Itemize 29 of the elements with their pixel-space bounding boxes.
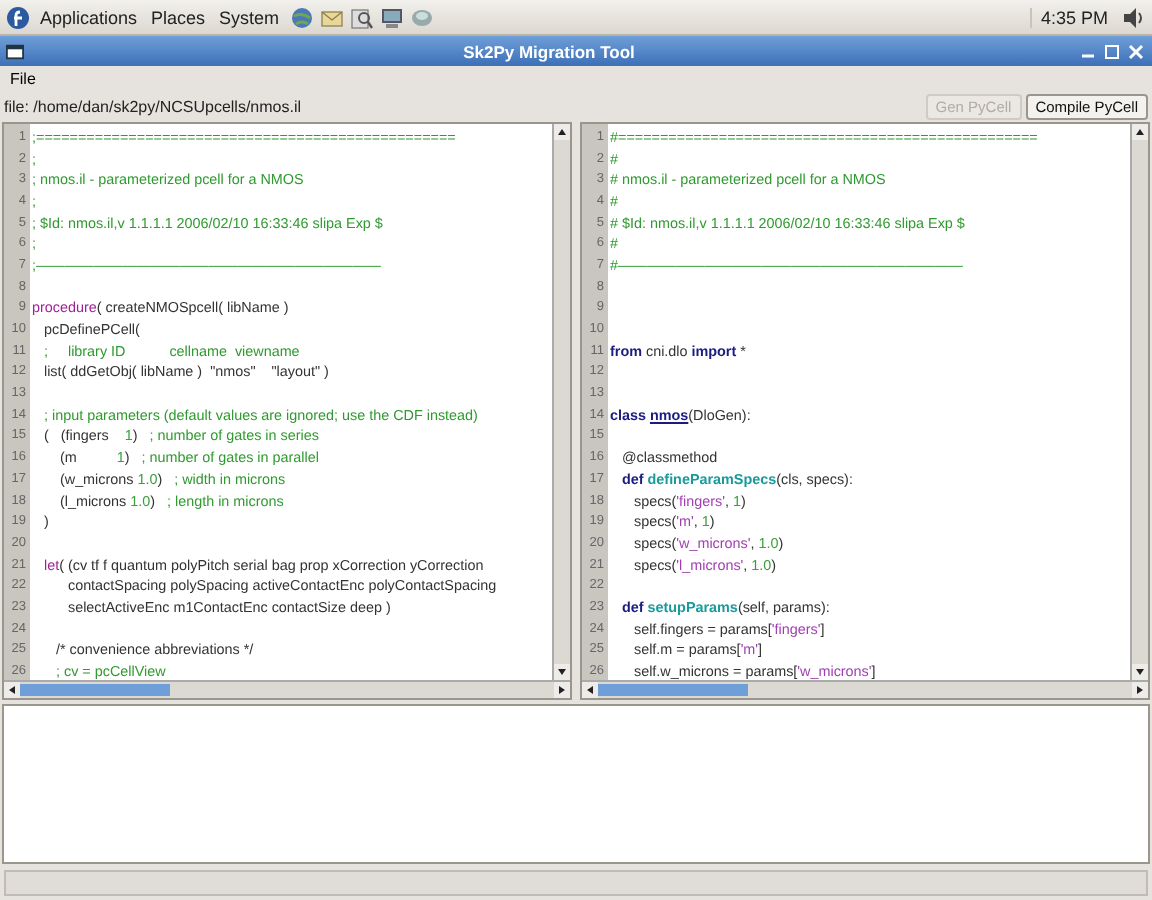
file-path: file: /home/dan/sk2py/NCSUpcells/nmos.il bbox=[4, 97, 304, 115]
panel-menu[interactable]: Applications bbox=[36, 7, 142, 27]
globe-icon[interactable] bbox=[289, 5, 314, 29]
scroll-down-icon[interactable] bbox=[554, 664, 570, 680]
window-icon[interactable] bbox=[6, 43, 24, 59]
magnifier-icon[interactable] bbox=[349, 5, 374, 29]
scroll-down-icon[interactable] bbox=[1132, 664, 1148, 680]
clock[interactable]: 4:35 PM bbox=[1030, 7, 1116, 27]
scroll-left-icon[interactable] bbox=[582, 682, 598, 698]
scroll-right-icon[interactable] bbox=[554, 682, 570, 698]
monitor-icon[interactable] bbox=[379, 5, 404, 29]
panel-menu[interactable]: Places bbox=[147, 7, 210, 27]
envelope-icon[interactable] bbox=[319, 5, 344, 29]
panel-menu[interactable]: System bbox=[215, 7, 284, 27]
code-editor[interactable] bbox=[2, 122, 572, 700]
scroll-up-icon[interactable] bbox=[1132, 124, 1148, 140]
menu-item[interactable]: File bbox=[6, 70, 40, 88]
foot-logo-icon[interactable] bbox=[6, 5, 30, 29]
speaker-icon[interactable] bbox=[1122, 5, 1146, 29]
horizontal-scrollbar[interactable] bbox=[4, 680, 570, 698]
vertical-scrollbar[interactable] bbox=[552, 124, 570, 680]
vertical-scrollbar[interactable] bbox=[1130, 124, 1148, 680]
window-title: Sk2Py Migration Tool bbox=[461, 41, 637, 61]
horizontal-scrollbar[interactable] bbox=[582, 680, 1148, 698]
scroll-up-icon[interactable] bbox=[554, 124, 570, 140]
close-icon[interactable] bbox=[1126, 41, 1146, 61]
scroll-left-icon[interactable] bbox=[4, 682, 20, 698]
scroll-right-icon[interactable] bbox=[1132, 682, 1148, 698]
maximize-icon[interactable] bbox=[1102, 41, 1122, 61]
